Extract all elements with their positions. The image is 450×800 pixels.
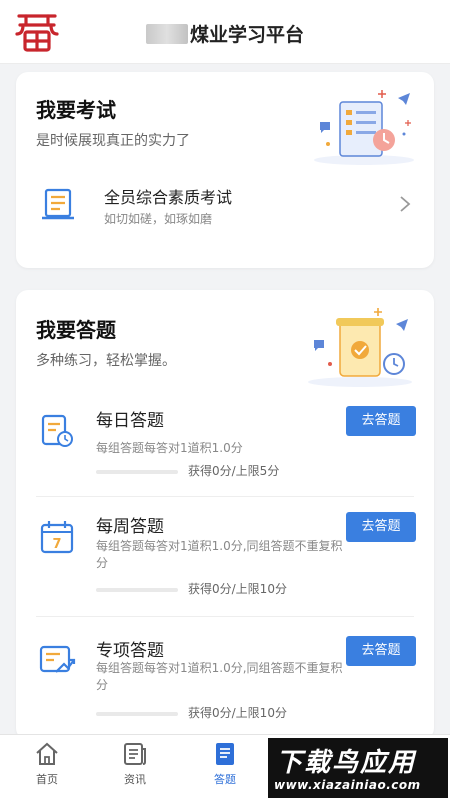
watermark: 下载鸟应用 www.xiazainiao.com [268,738,448,798]
exam-card-subtitle: 是时候展现真正的实力了 [36,133,190,149]
progress-bar [96,712,178,716]
exam-name: 全员综合素质考试 [104,188,233,207]
answer-card: 我要答题 多种练习，轻松掌握。 每日答题 每组答题每答对1道积1.0分 获得0分… [16,290,434,740]
redacted-block [145,24,188,44]
chevron-right-icon [400,196,411,212]
answer-card-title: 我要答题 [36,318,116,342]
app-header: 煤业学习平台 [0,0,450,64]
item-desc: 每组答题每答对1道积1.0分 [96,441,243,455]
answer-card-subtitle: 多种练习，轻松掌握。 [36,353,176,369]
go-answer-button[interactable]: 去答题 [346,512,416,542]
tab-label: 答题 [214,773,236,786]
exam-card: 我要考试 是时候展现真正的实力了 全员综合素质考试 如切如磋，如琢如磨 [16,72,434,268]
progress-bar [96,588,178,592]
list-item-weekly: 7 每周答题 每组答题每答对1道积1.0分,同组答题不重复积分 获得0分/上限1… [16,502,434,617]
list-item-special: 专项答题 每组答题每答对1道积1.0分,同组答题不重复积分 获得0分/上限10分… [16,626,434,741]
item-name: 每周答题 [96,517,164,537]
special-quiz-icon [39,645,76,673]
exam-desc: 如切如磋，如琢如磨 [104,212,213,226]
item-desc: 每组答题每答对1道积1.0分,同组答题不重复积分 [96,661,343,692]
item-score: 获得0分/上限10分 [188,582,287,596]
exam-paper-icon [42,188,74,220]
item-name: 专项答题 [96,641,164,661]
tab-label: 首页 [36,773,58,786]
progress-bar [96,470,178,474]
page-title: 煤业学习平台 [0,20,450,47]
item-name: 每日答题 [96,411,164,431]
list-item-daily: 每日答题 每组答题每答对1道积1.0分 获得0分/上限5分 去答题 [16,396,434,511]
divider [36,616,414,617]
item-desc: 每组答题每答对1道积1.0分,同组答题不重复积分 [96,539,343,570]
home-icon [36,742,58,765]
tab-answer[interactable]: 答题 [190,741,260,787]
watermark-main: 下载鸟应用 [276,748,417,778]
page-title-text: 煤业学习平台 [189,24,304,46]
tab-home[interactable]: 首页 [12,741,82,787]
news-icon [124,743,146,765]
item-score: 获得0分/上限5分 [188,464,280,478]
exam-card-title: 我要考试 [36,98,116,122]
answer-tab-icon [216,743,234,765]
daily-quiz-icon [41,414,73,447]
divider [36,496,414,497]
tab-news[interactable]: 资讯 [100,741,170,787]
exam-list-item[interactable]: 全员综合素质考试 如切如磋，如琢如磨 [16,172,434,240]
exam-illustration-icon [314,90,414,165]
go-answer-button[interactable]: 去答题 [346,406,416,436]
calendar-icon: 7 [40,521,74,554]
go-answer-button[interactable]: 去答题 [346,636,416,666]
item-score: 获得0分/上限10分 [188,706,287,720]
answer-illustration-icon [308,308,412,387]
tab-label: 资讯 [124,773,146,786]
svg-text:7: 7 [52,537,61,552]
watermark-url: www.xiazainiao.com [274,778,421,792]
